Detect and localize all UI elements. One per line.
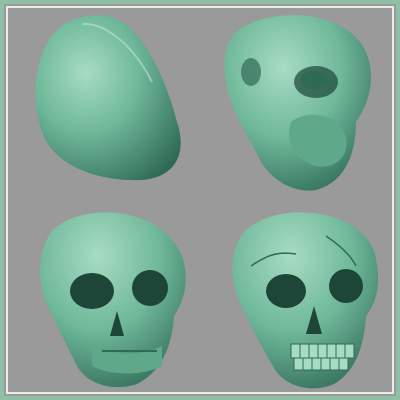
skull-stage-1-blockout <box>12 12 202 202</box>
skull-stage-3-secondary-forms <box>12 206 202 396</box>
secondary-forms-skull <box>40 212 186 388</box>
skull-stage-4-detailed <box>206 206 396 396</box>
skull-stage-2-primary-forms <box>206 12 396 202</box>
teeth-row <box>290 343 355 371</box>
blockout-egg-shape <box>35 15 181 181</box>
primary-forms-skull <box>224 15 372 191</box>
image-frame <box>0 0 400 400</box>
detailed-skull <box>232 212 379 389</box>
